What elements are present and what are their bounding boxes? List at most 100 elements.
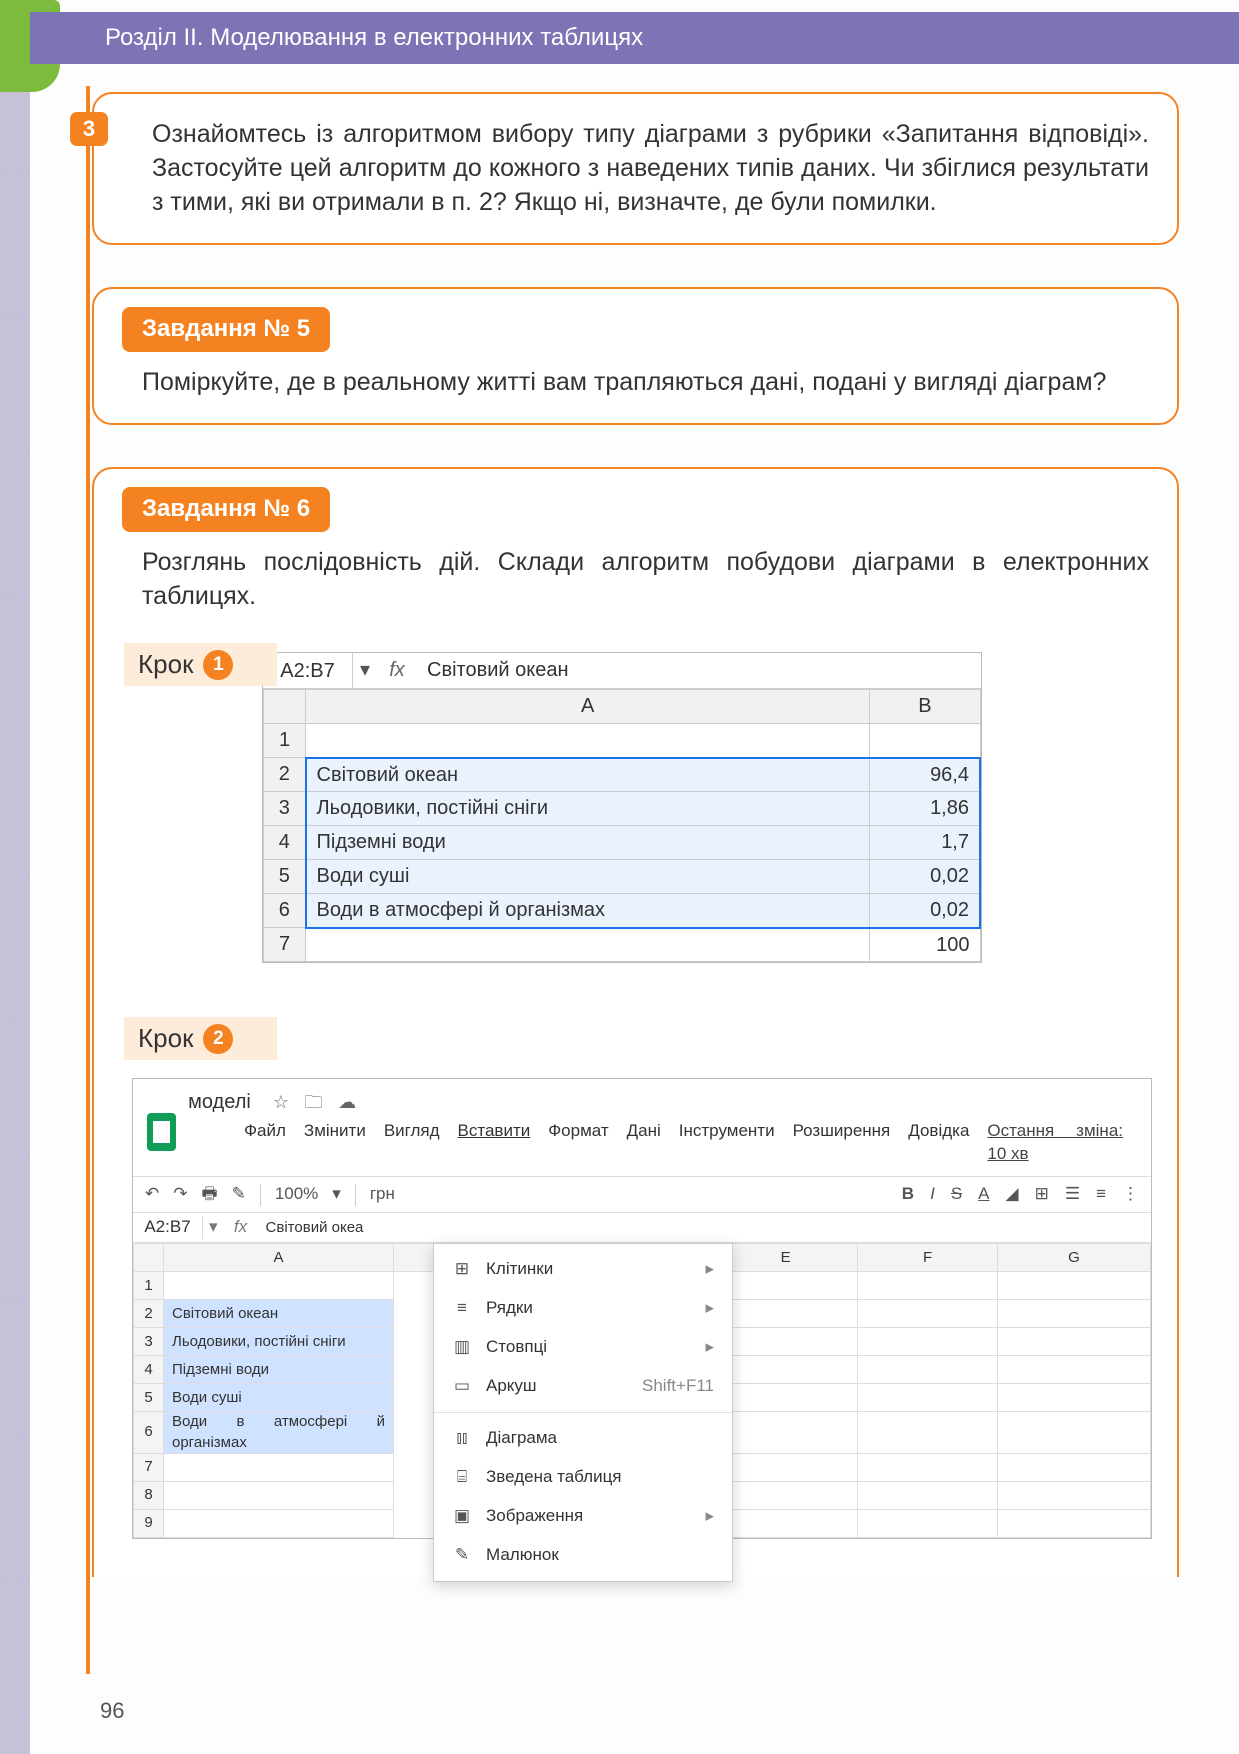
dropdown-item[interactable]: ≡Рядки▸ xyxy=(434,1289,732,1328)
cell[interactable] xyxy=(714,1453,858,1481)
undo-icon[interactable]: ↶ xyxy=(145,1183,159,1206)
cell[interactable] xyxy=(714,1384,858,1412)
cell[interactable] xyxy=(858,1328,998,1356)
dropdown-item[interactable]: ✎Малюнок xyxy=(434,1536,732,1575)
dropdown-item[interactable]: ▭АркушShift+F11 xyxy=(434,1367,732,1406)
row-number[interactable]: 4 xyxy=(134,1356,164,1384)
menu-item[interactable]: Інструменти xyxy=(679,1120,775,1166)
row-number[interactable]: 1 xyxy=(134,1272,164,1300)
currency-label[interactable]: грн xyxy=(370,1183,395,1206)
cell[interactable] xyxy=(714,1272,858,1300)
cell[interactable]: 0,02 xyxy=(870,860,980,894)
cell[interactable] xyxy=(714,1509,858,1537)
row-number[interactable]: 2 xyxy=(134,1300,164,1328)
col-A-header[interactable]: A xyxy=(306,690,870,724)
bold-icon[interactable]: B xyxy=(902,1183,914,1206)
row-number[interactable]: 2 xyxy=(264,758,306,792)
cell[interactable]: 1,86 xyxy=(870,792,980,826)
col-A-header-2[interactable]: A xyxy=(164,1244,394,1272)
row-number[interactable]: 5 xyxy=(134,1384,164,1412)
row-number[interactable]: 5 xyxy=(264,860,306,894)
print-icon[interactable]: 🖶 xyxy=(202,1183,218,1206)
menu-item[interactable]: Змінити xyxy=(304,1120,366,1166)
folder-icon[interactable]: 🗀 xyxy=(305,1092,323,1112)
cell[interactable] xyxy=(164,1509,394,1537)
menu-item[interactable]: Формат xyxy=(548,1120,608,1166)
cell[interactable] xyxy=(997,1384,1150,1412)
cell[interactable]: Світовий океан xyxy=(164,1300,394,1328)
cell[interactable] xyxy=(164,1481,394,1509)
cell[interactable] xyxy=(997,1272,1150,1300)
cell[interactable]: 96,4 xyxy=(870,758,980,792)
cell[interactable] xyxy=(164,1453,394,1481)
redo-icon[interactable]: ↷ xyxy=(173,1183,187,1206)
cell[interactable] xyxy=(714,1300,858,1328)
row-number[interactable]: 3 xyxy=(134,1328,164,1356)
cell[interactable]: Води суші xyxy=(306,860,870,894)
row-number[interactable]: 6 xyxy=(264,894,306,928)
more-icon[interactable]: ⋮ xyxy=(1122,1183,1139,1206)
cell[interactable]: Підземні води xyxy=(164,1356,394,1384)
borders-icon[interactable]: ⊞ xyxy=(1035,1183,1049,1206)
last-change-label[interactable]: Остання зміна: 10 хв xyxy=(987,1120,1123,1166)
dropdown-item[interactable]: ▣Зображення▸ xyxy=(434,1497,732,1536)
cell[interactable] xyxy=(714,1328,858,1356)
cell[interactable] xyxy=(997,1453,1150,1481)
cell[interactable] xyxy=(858,1481,998,1509)
row-number[interactable]: 7 xyxy=(264,928,306,962)
cell[interactable] xyxy=(714,1356,858,1384)
corner-cell-2[interactable] xyxy=(134,1244,164,1272)
menu-item[interactable]: Файл xyxy=(244,1120,286,1166)
star-icon[interactable]: ☆ xyxy=(273,1092,289,1112)
formula-value[interactable]: Світовий океан xyxy=(417,657,981,684)
fill-color-icon[interactable]: ◢ xyxy=(1006,1183,1019,1206)
cell[interactable] xyxy=(858,1509,998,1537)
cell[interactable] xyxy=(858,1384,998,1412)
cell[interactable]: 0,02 xyxy=(870,894,980,928)
cell[interactable] xyxy=(997,1328,1150,1356)
menu-item[interactable]: Довідка xyxy=(908,1120,969,1166)
cloud-icon[interactable]: ☁ xyxy=(338,1092,356,1112)
row-number[interactable]: 3 xyxy=(264,792,306,826)
text-color-icon[interactable]: A xyxy=(978,1183,989,1206)
name-box-2[interactable]: A2:B7 xyxy=(133,1216,203,1239)
corner-cell[interactable] xyxy=(264,690,306,724)
cell[interactable] xyxy=(858,1356,998,1384)
cell[interactable]: Льодовики, постійні сніги xyxy=(306,792,870,826)
menu-item[interactable]: Розширення xyxy=(793,1120,891,1166)
menu-item[interactable]: Вставити xyxy=(458,1120,531,1166)
cell[interactable] xyxy=(858,1412,998,1454)
menu-item[interactable]: Вигляд xyxy=(384,1120,440,1166)
namebox-dropdown-icon[interactable]: ▾ xyxy=(353,657,377,684)
col-E-header[interactable]: E xyxy=(714,1244,858,1272)
paint-format-icon[interactable]: ✎ xyxy=(232,1183,246,1206)
cell[interactable] xyxy=(306,724,870,758)
row-number[interactable]: 1 xyxy=(264,724,306,758)
cell[interactable]: 100 xyxy=(870,928,980,962)
name-box[interactable]: A2:B7 xyxy=(263,653,353,688)
dropdown-item[interactable]: ⫾⫾Діаграма xyxy=(434,1419,732,1458)
formula-value-2[interactable]: Світовий океа xyxy=(258,1218,1151,1238)
cell[interactable] xyxy=(858,1453,998,1481)
cell[interactable] xyxy=(714,1412,858,1454)
row-number[interactable]: 8 xyxy=(134,1481,164,1509)
row-number[interactable]: 7 xyxy=(134,1453,164,1481)
col-B-header[interactable]: B xyxy=(870,690,980,724)
sheets-app-icon[interactable] xyxy=(147,1113,176,1151)
zoom-dropdown-icon[interactable]: ▾ xyxy=(332,1183,341,1206)
cell[interactable] xyxy=(997,1509,1150,1537)
cell[interactable]: Підземні води xyxy=(306,826,870,860)
merge-icon[interactable]: ☰ xyxy=(1065,1183,1080,1206)
namebox2-dropdown-icon[interactable]: ▾ xyxy=(203,1216,224,1239)
strike-icon[interactable]: S xyxy=(951,1183,962,1206)
cell[interactable] xyxy=(714,1481,858,1509)
cell[interactable]: Води суші xyxy=(164,1384,394,1412)
cell[interactable] xyxy=(858,1272,998,1300)
cell[interactable]: Води в атмосфері й організмах xyxy=(306,894,870,928)
cell[interactable] xyxy=(997,1481,1150,1509)
col-F-header[interactable]: F xyxy=(858,1244,998,1272)
cell[interactable] xyxy=(858,1300,998,1328)
row-number[interactable]: 6 xyxy=(134,1412,164,1454)
cell[interactable] xyxy=(164,1272,394,1300)
cell[interactable] xyxy=(997,1412,1150,1454)
